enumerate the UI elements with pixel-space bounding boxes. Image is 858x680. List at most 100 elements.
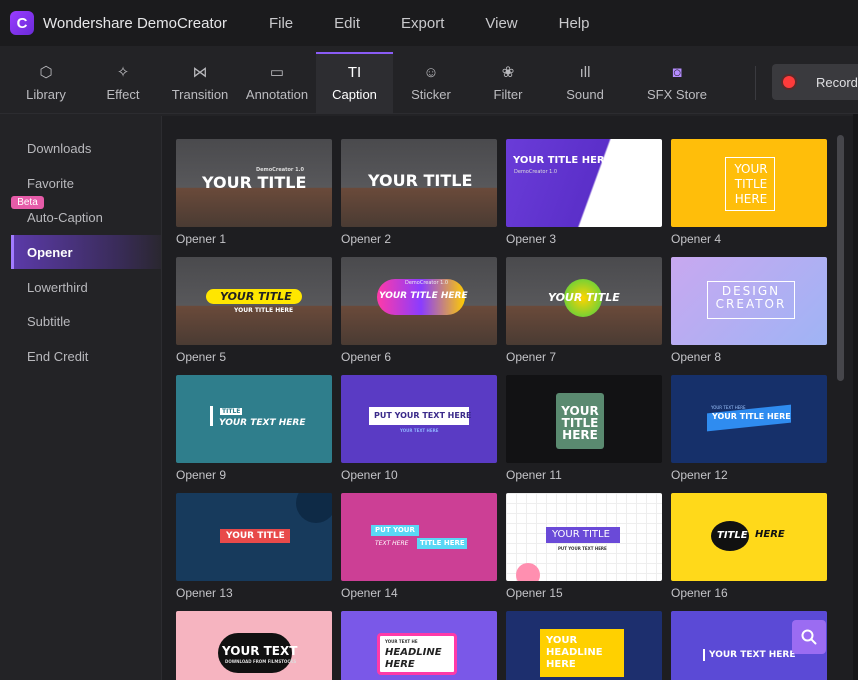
thumbnail-subtitle: TITLE <box>220 408 243 415</box>
template-name: Opener 5 <box>176 350 227 364</box>
sidebar-item-label: Downloads <box>27 140 92 156</box>
menu-file[interactable]: File <box>269 15 293 32</box>
toolbar-divider <box>755 66 756 100</box>
template-thumbnail: YOUR TITLE DemoCreator 1.0 <box>176 139 332 227</box>
tab-sfx-store[interactable]: ◙ SFX Store <box>644 54 710 114</box>
template-thumbnail: YOUR TITLE HERE DemoCreator 1.0 <box>506 139 662 227</box>
thumbnail-title: HEADLINE HERE <box>385 647 442 670</box>
template-name: Opener 10 <box>341 468 398 482</box>
search-button[interactable] <box>792 620 826 654</box>
tab-label: Effect <box>106 87 140 102</box>
sidebar-item-end-credit[interactable]: End Credit <box>11 339 161 373</box>
template-card[interactable]: YOUR TITLE HERE DemoCreator 1.0 Opener 3 <box>506 139 662 246</box>
template-card[interactable]: YOUR TEXT HE HEADLINE HERE <box>341 611 497 680</box>
store-icon: ◙ <box>672 64 682 81</box>
template-card[interactable]: YOUR HEADLINE HERE <box>506 611 662 680</box>
tab-transition[interactable]: ⋈ Transition <box>169 54 231 114</box>
sidebar-item-opener[interactable]: Opener <box>11 235 161 269</box>
template-card[interactable]: TITLE YOUR TEXT HERE Opener 9 <box>176 375 332 482</box>
tab-sound[interactable]: ıll Sound <box>559 54 611 114</box>
template-name: Opener 7 <box>506 350 557 364</box>
beta-badge: Beta <box>11 196 44 209</box>
tab-effect[interactable]: ✧ Effect <box>93 54 153 114</box>
thumbnail-title: PUT YOUR <box>375 526 415 534</box>
menu-help[interactable]: Help <box>559 15 590 32</box>
template-card[interactable]: YOUR TITLE HERE DemoCreator 1.0 Opener 6 <box>341 257 497 364</box>
menu-view[interactable]: View <box>485 15 517 32</box>
template-name: Opener 9 <box>176 468 227 482</box>
smiley-icon: ☺ <box>423 64 439 81</box>
tab-sticker[interactable]: ☺ Sticker <box>403 54 459 114</box>
title-bar: C Wondershare DemoCreator File Edit Expo… <box>0 0 858 46</box>
thumbnail-subtitle-2: TITLE HERE <box>420 539 465 547</box>
tab-annotation[interactable]: ▭ Annotation <box>243 54 311 114</box>
thumbnail-subtitle: DemoCreator 1.0 <box>405 280 449 286</box>
thumbnail-title: YOUR TEXT <box>222 644 298 658</box>
template-card[interactable]: PUT YOUR TEXT HERE TITLE HERE Opener 14 <box>341 493 497 600</box>
thumbnail-title: YOUR TITLE HERE <box>734 162 768 206</box>
thumbnail-subtitle: YOUR TITLE HERE <box>234 307 294 314</box>
thumbnail-title: PUT YOUR TEXT HERE <box>374 411 472 420</box>
template-name: Opener 3 <box>506 232 557 246</box>
menu-bar: File Edit Export View Help <box>269 15 631 32</box>
sidebar-item-downloads[interactable]: Downloads <box>11 131 161 165</box>
sidebar-item-subtitle[interactable]: Subtitle <box>11 304 161 338</box>
record-dot-icon <box>783 76 795 88</box>
template-card[interactable]: YOUR TITLE Opener 13 <box>176 493 332 600</box>
template-card[interactable]: YOUR TITLE HERE Opener 4 <box>671 139 827 246</box>
template-card[interactable]: YOUR TITLE PUT YOUR TEXT HERE Opener 15 <box>506 493 662 600</box>
template-card[interactable]: PUT YOUR TEXT HERE YOUR TEXT HERE Opener… <box>341 375 497 482</box>
template-thumbnail: TITLE YOUR TEXT HERE <box>176 375 332 463</box>
tab-library[interactable]: ⬡ Library <box>16 54 76 114</box>
sidebar-item-label: Lowerthird <box>27 279 88 295</box>
annotation-icon: ▭ <box>269 64 285 81</box>
thumbnail-title: YOUR TITLE HERE <box>379 291 468 301</box>
tab-label: Transition <box>171 87 229 102</box>
thumbnail-subtitle: HERE <box>755 529 785 540</box>
template-card[interactable]: TITLE HERE Opener 16 <box>671 493 827 600</box>
template-card[interactable]: DESIGN CREATOR Opener 8 <box>671 257 827 364</box>
template-card[interactable]: YOUR TITLE Opener 7 <box>506 257 662 364</box>
template-thumbnail: DESIGN CREATOR <box>671 257 827 345</box>
thumbnail-subtitle: YOUR TEXT HERE <box>711 405 746 410</box>
template-card[interactable]: YOUR TITLE HERE Opener 11 <box>506 375 662 482</box>
template-name: Opener 1 <box>176 232 227 246</box>
menu-edit[interactable]: Edit <box>334 15 360 32</box>
tab-filter[interactable]: ❀ Filter <box>482 54 534 114</box>
thumbnail-title: YOUR TITLE <box>368 171 473 190</box>
thumbnail-title: DESIGN CREATOR <box>715 284 787 311</box>
template-card[interactable]: YOUR TITLE Opener 2 <box>341 139 497 246</box>
template-name: Opener 16 <box>671 586 728 600</box>
template-card[interactable]: YOUR TEXT DOWNLOAD FROM FILMSTOCKS <box>176 611 332 680</box>
template-thumbnail: YOUR TITLE HERE YOUR TEXT HERE <box>671 375 827 463</box>
template-thumbnail: YOUR TITLE HERE <box>671 139 827 227</box>
sidebar-item-favorite[interactable]: Favorite <box>11 166 161 200</box>
scrollbar-thumb[interactable] <box>837 135 844 381</box>
template-thumbnail: PUT YOUR TEXT HERE TITLE HERE <box>341 493 497 581</box>
transition-icon: ⋈ <box>192 64 208 81</box>
record-button[interactable]: Record <box>772 64 858 100</box>
template-thumbnail: YOUR TITLE <box>341 139 497 227</box>
thumbnail-title: TITLE <box>717 530 748 541</box>
tab-label: Sound <box>566 87 604 102</box>
accent-bar <box>703 649 705 661</box>
template-thumbnail: YOUR TEXT HE HEADLINE HERE <box>341 611 497 680</box>
template-name: Opener 6 <box>341 350 392 364</box>
thumbnail-title: YOUR TITLE HERE <box>513 155 612 166</box>
template-name: Opener 15 <box>506 586 563 600</box>
filter-circles-icon: ❀ <box>501 64 515 81</box>
magic-wand-icon: ✧ <box>116 64 130 81</box>
tab-caption[interactable]: TI Caption <box>316 52 393 114</box>
panel-edge <box>853 114 858 680</box>
template-thumbnail: YOUR TEXT DOWNLOAD FROM FILMSTOCKS <box>176 611 332 680</box>
sidebar-item-label: Auto-Caption <box>27 209 103 225</box>
template-thumbnail: YOUR HEADLINE HERE <box>506 611 662 680</box>
template-card[interactable]: YOUR TITLE DemoCreator 1.0 Opener 1 <box>176 139 332 246</box>
template-thumbnail: PUT YOUR TEXT HERE YOUR TEXT HERE <box>341 375 497 463</box>
sidebar-item-lowerthird[interactable]: Lowerthird <box>11 270 161 304</box>
thumbnail-title: YOUR HEADLINE HERE <box>546 635 603 670</box>
menu-export[interactable]: Export <box>401 15 444 32</box>
template-card[interactable]: YOUR TITLE HERE YOUR TEXT HERE Opener 12 <box>671 375 827 482</box>
template-card[interactable]: YOUR TITLE YOUR TITLE HERE Opener 5 <box>176 257 332 364</box>
thumbnail-subtitle: DemoCreator 1.0 <box>514 169 558 175</box>
